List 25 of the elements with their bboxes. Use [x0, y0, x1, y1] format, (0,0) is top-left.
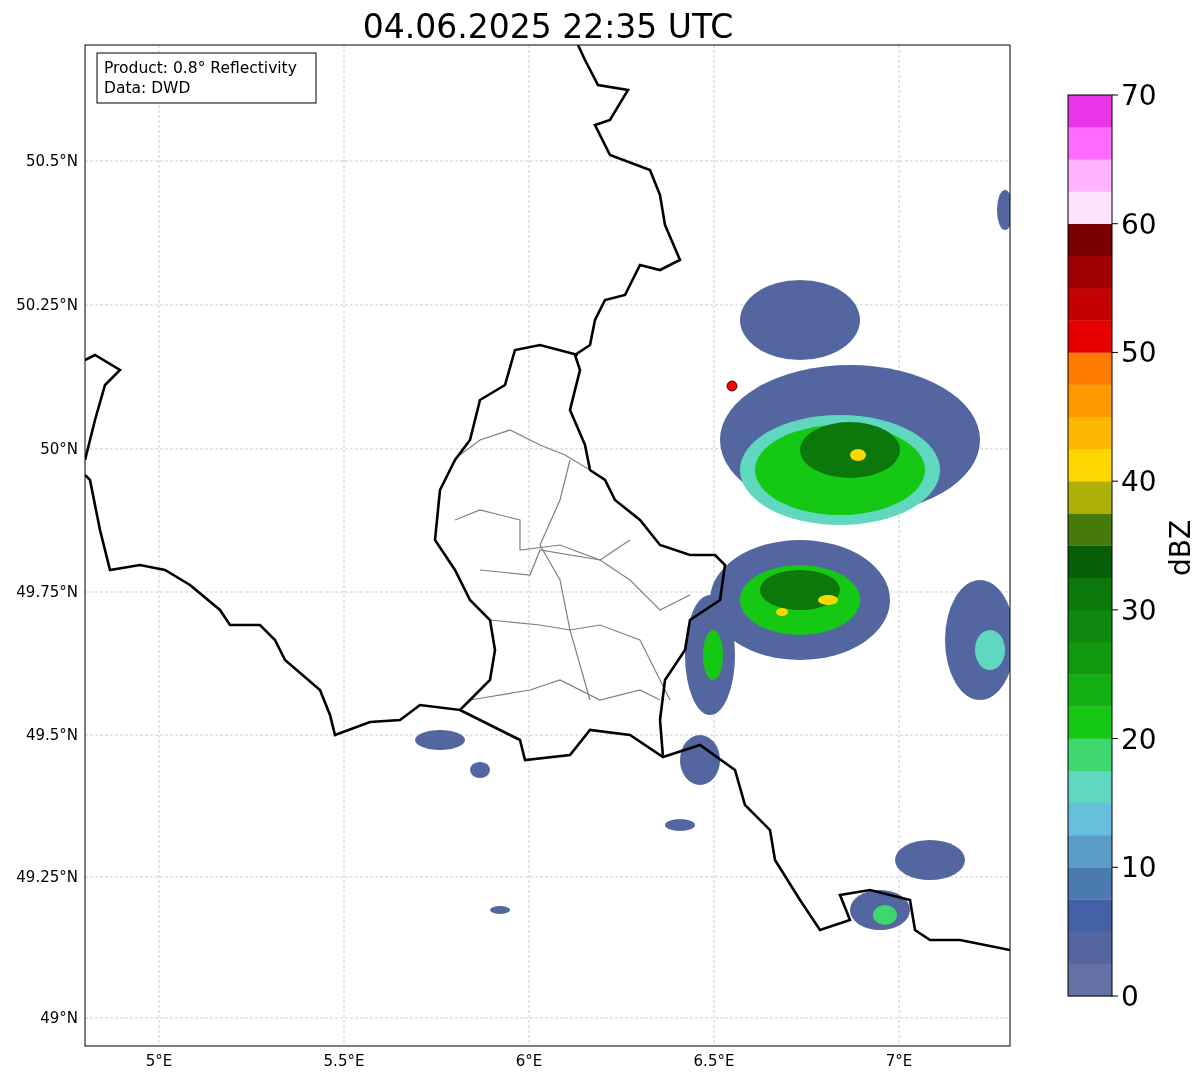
colorbar-tick-label: 10 [1121, 851, 1157, 885]
latitude-label: 49°N [40, 1009, 78, 1027]
latitude-label: 50.5°N [25, 152, 78, 170]
longitude-label: 7°E [885, 1052, 913, 1070]
colorbar-tick-label: 60 [1121, 207, 1157, 241]
latitude-label: 49.5°N [25, 726, 78, 744]
colorbar-tick-label: 20 [1121, 722, 1157, 756]
colorbar-tick-label: 30 [1121, 593, 1157, 627]
longitude-label: 6.5°E [693, 1052, 735, 1070]
latitude-label: 50.25°N [16, 296, 78, 314]
latitude-label: 50°N [40, 440, 78, 458]
colorbar-tick-label: 0 [1121, 980, 1139, 1013]
colorbar-tick-label: 70 [1121, 79, 1157, 112]
info-text: Data: DWD [104, 79, 191, 97]
latitude-label: 49.75°N [16, 583, 78, 601]
colorbar-tick-label: 50 [1121, 336, 1157, 370]
colorbar-tick-label: 40 [1121, 465, 1157, 499]
longitude-label: 5.5°E [323, 1052, 365, 1070]
info-text: Product: 0.8° Reflectivity [104, 59, 297, 77]
radar-site-marker [726, 380, 738, 392]
chart-title: 04.06.2025 22:35 UTC [362, 7, 734, 46]
colorbar-label: dBZ [1164, 519, 1197, 577]
latitude-label: 49.25°N [16, 868, 78, 886]
longitude-label: 5°E [145, 1052, 173, 1070]
longitude-label: 6°E [515, 1052, 543, 1070]
